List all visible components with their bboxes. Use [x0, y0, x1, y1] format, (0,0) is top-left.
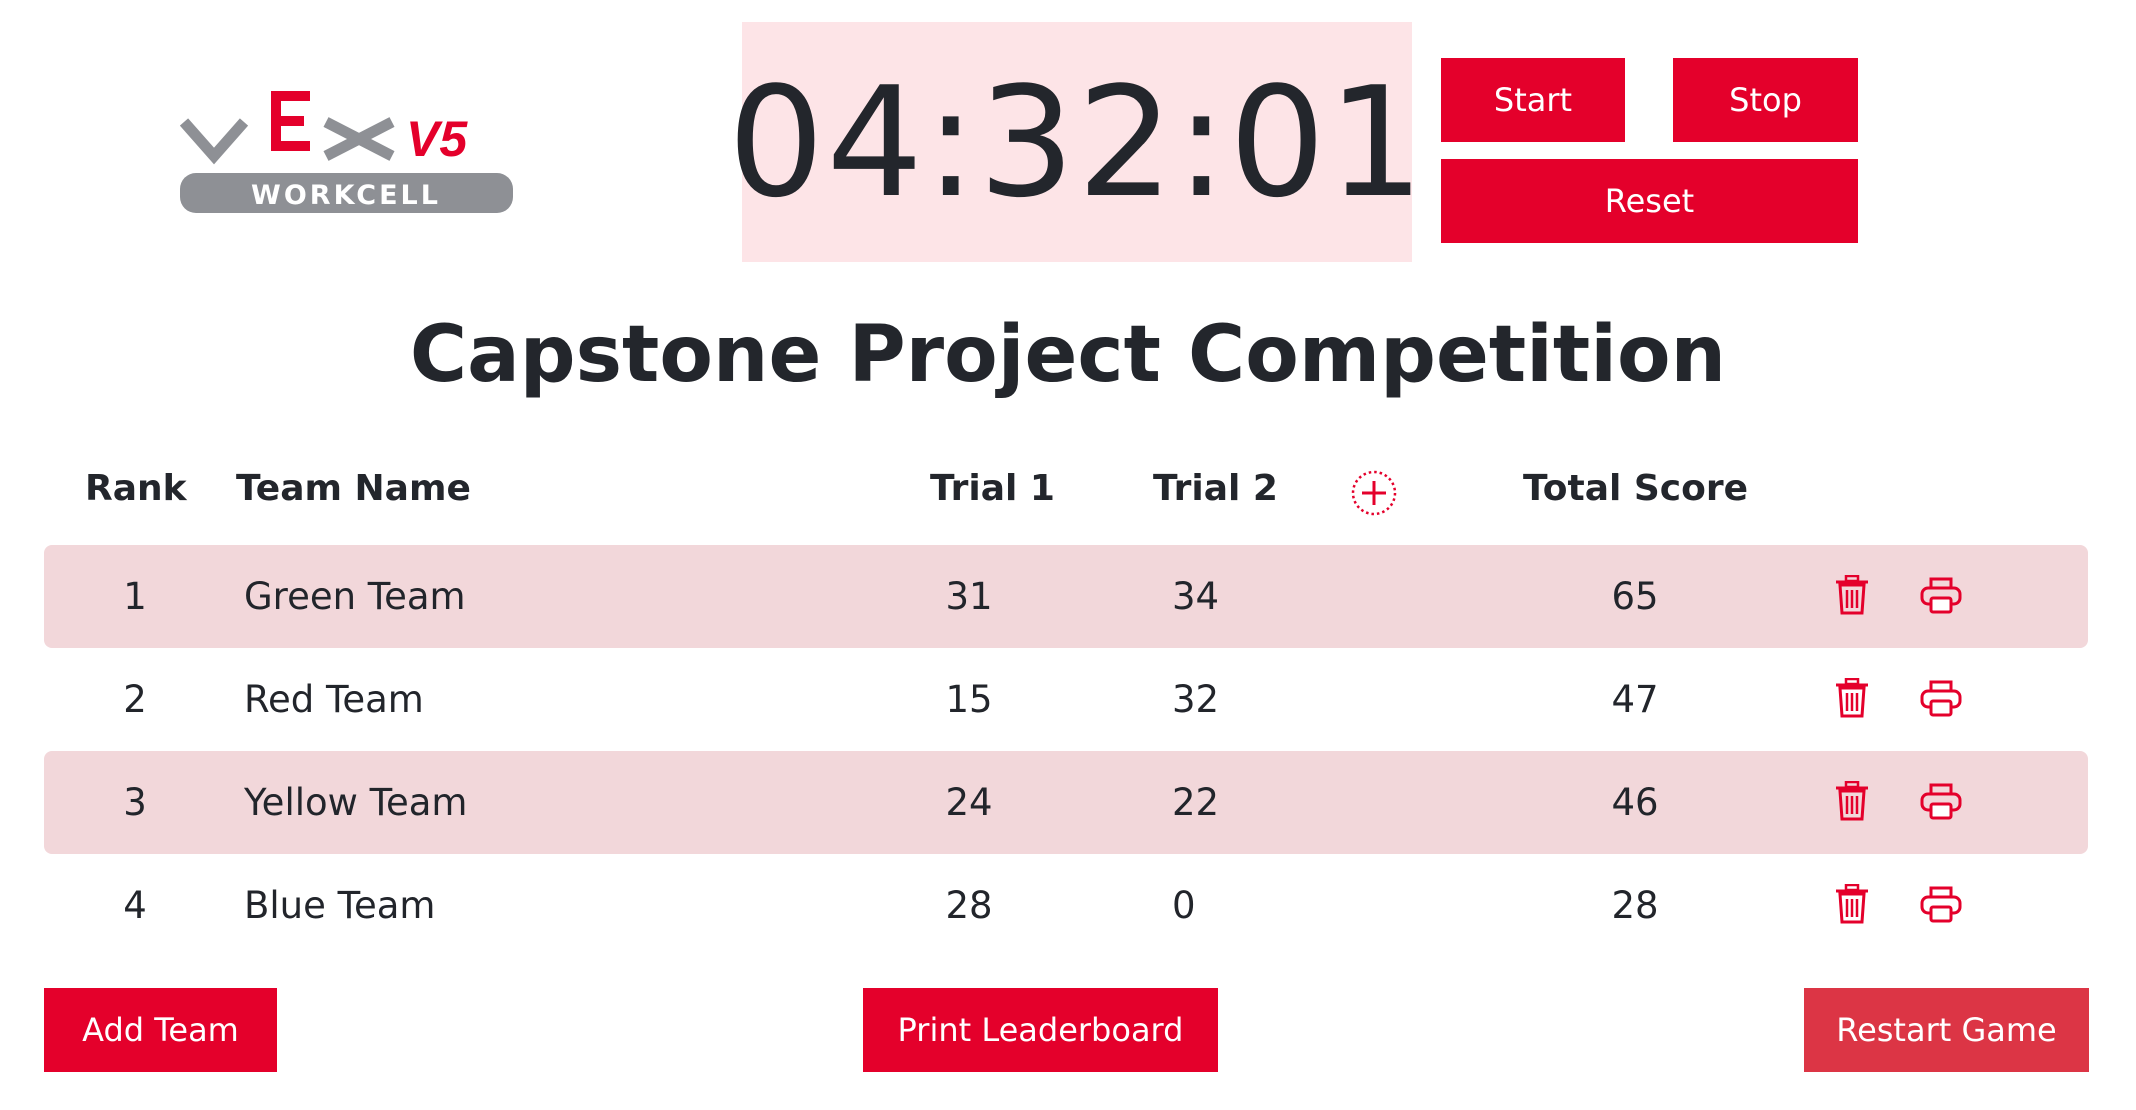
team-name-cell: Red Team — [244, 678, 424, 721]
trash-icon — [1836, 574, 1868, 615]
header-trial-2: Trial 2 — [1153, 468, 1278, 509]
table-row: 2 Red Team 15 32 47 — [44, 648, 2088, 751]
print-team-button[interactable] — [1920, 783, 1962, 821]
trial-1-cell: 28 — [945, 884, 993, 927]
logo-sub-text: WORKCELL — [251, 180, 441, 211]
team-name-cell: Blue Team — [244, 884, 436, 927]
trial-1-cell: 31 — [945, 575, 993, 618]
print-team-button[interactable] — [1920, 886, 1962, 924]
print-team-button[interactable] — [1920, 680, 1962, 718]
page-title: Capstone Project Competition — [409, 310, 1727, 400]
stop-button[interactable]: Stop — [1673, 58, 1858, 142]
header-team-name: Team Name — [236, 468, 471, 509]
table-row: 4 Blue Team 28 0 28 — [44, 854, 2088, 957]
total-score-cell: 47 — [1611, 678, 1659, 721]
rank-cell: 2 — [123, 678, 147, 721]
trash-icon — [1836, 677, 1868, 718]
add-team-button[interactable]: Add Team — [44, 988, 277, 1072]
delete-team-button[interactable] — [1834, 883, 1870, 924]
trash-icon — [1836, 883, 1868, 924]
total-score-cell: 28 — [1611, 884, 1659, 927]
total-score-cell: 46 — [1611, 781, 1659, 824]
add-trial-button[interactable] — [1350, 469, 1398, 517]
table-row: 1 Green Team 31 34 65 — [44, 545, 2088, 648]
printer-icon — [1920, 577, 1962, 614]
print-leaderboard-button[interactable]: Print Leaderboard — [863, 988, 1218, 1072]
timer-display: 04:32:01 — [728, 22, 1424, 262]
start-button[interactable]: Start — [1441, 58, 1625, 142]
header-rank: Rank — [85, 468, 187, 509]
trial-1-cell: 15 — [945, 678, 993, 721]
trash-icon — [1836, 780, 1868, 821]
rank-cell: 3 — [123, 781, 147, 824]
header-total-score: Total Score — [1523, 468, 1749, 509]
trial-2-cell: 22 — [1172, 781, 1220, 824]
delete-team-button[interactable] — [1834, 780, 1870, 821]
trial-2-cell: 0 — [1172, 884, 1196, 927]
print-team-button[interactable] — [1920, 577, 1962, 615]
team-name-cell: Green Team — [244, 575, 466, 618]
printer-icon — [1920, 886, 1962, 923]
printer-icon — [1920, 783, 1962, 820]
rank-cell: 4 — [123, 884, 147, 927]
printer-icon — [1920, 680, 1962, 717]
reset-button[interactable]: Reset — [1441, 159, 1858, 243]
svg-text:V5: V5 — [406, 111, 468, 167]
team-name-cell: Yellow Team — [244, 781, 468, 824]
total-score-cell: 65 — [1611, 575, 1659, 618]
header-trial-1: Trial 1 — [930, 468, 1055, 509]
trial-2-cell: 34 — [1172, 575, 1220, 618]
restart-game-button[interactable]: Restart Game — [1804, 988, 2089, 1072]
delete-team-button[interactable] — [1834, 574, 1870, 615]
vex-v5-workcell-logo: V5 WORKCELL — [179, 88, 515, 216]
plus-circle-icon — [1351, 470, 1397, 516]
trial-1-cell: 24 — [945, 781, 993, 824]
table-row: 3 Yellow Team 24 22 46 — [44, 751, 2088, 854]
rank-cell: 1 — [123, 575, 147, 618]
delete-team-button[interactable] — [1834, 677, 1870, 718]
trial-2-cell: 32 — [1172, 678, 1220, 721]
